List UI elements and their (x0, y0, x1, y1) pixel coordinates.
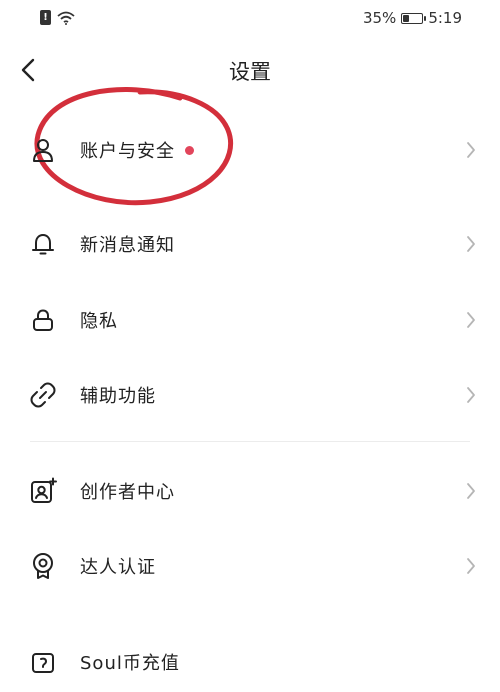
battery-percent: 35% (362, 9, 397, 27)
settings-item-label: 隐私 (80, 311, 118, 332)
settings-item-verification[interactable]: 达人认证 (0, 536, 500, 596)
wallet-icon (28, 647, 58, 677)
settings-item-label: 辅助功能 (80, 386, 156, 407)
badge-icon (28, 551, 58, 581)
creator-icon (28, 476, 58, 506)
settings-item-accessibility[interactable]: 辅助功能 (0, 365, 500, 425)
settings-item-label: 达人认证 (80, 557, 156, 578)
settings-item-label: 创作者中心 (80, 482, 175, 503)
settings-item-account-security[interactable]: 账户与安全 (0, 120, 500, 180)
settings-item-notifications[interactable]: 新消息通知 (0, 214, 500, 274)
settings-item-label: 账户与安全 (80, 141, 175, 162)
sim-alert-icon: ! (40, 10, 51, 25)
chevron-right-icon (464, 556, 478, 576)
battery-fill (403, 14, 410, 22)
chevron-right-icon (464, 234, 478, 254)
chevron-right-icon (464, 140, 478, 160)
status-bar: ! 35% 5:19 (0, 0, 500, 38)
bell-icon (28, 229, 58, 259)
page-title: 设置 (229, 60, 271, 84)
chevron-right-icon (464, 310, 478, 330)
chevron-right-icon (464, 385, 478, 405)
settings-item-privacy[interactable]: 隐私 (0, 290, 500, 350)
battery-icon (401, 12, 427, 24)
user-icon (28, 135, 58, 165)
wifi-icon (57, 11, 75, 25)
settings-item-soul-coin-recharge[interactable]: Soul币充值 (0, 632, 500, 692)
nav-bar: 设置 (0, 48, 500, 92)
link-icon (28, 380, 58, 410)
settings-item-label: Soul币充值 (80, 653, 180, 674)
notification-dot (185, 145, 194, 155)
clock: 5:19 (428, 9, 462, 27)
section-divider (30, 441, 470, 442)
settings-item-label: 新消息通知 (80, 235, 175, 256)
chevron-right-icon (464, 481, 478, 501)
settings-item-creator-center[interactable]: 创作者中心 (0, 461, 500, 521)
lock-icon (28, 305, 58, 335)
